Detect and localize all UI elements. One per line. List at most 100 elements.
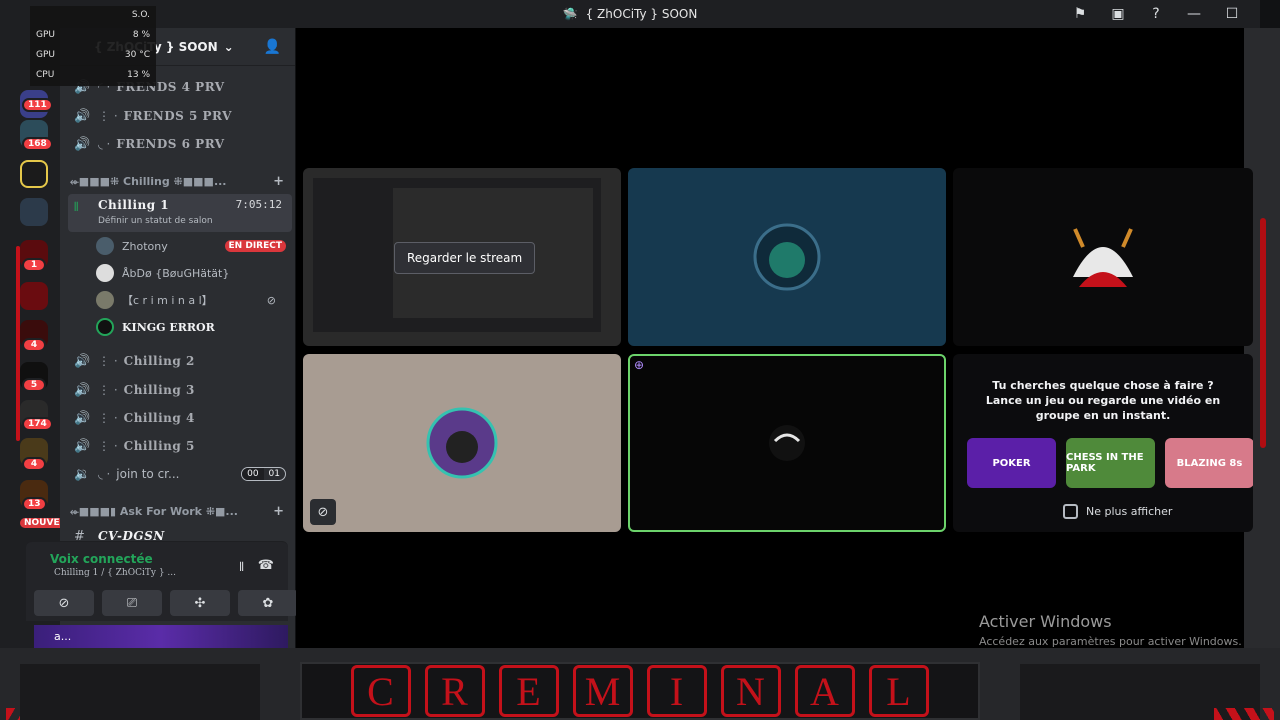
participant-tile[interactable] [628, 168, 946, 346]
voice-channel[interactable]: 🔊 ⋮ · Chilling 2 [68, 349, 292, 373]
category-chilling[interactable]: ⬰■■■⁜ Chilling ⁜■■■... + [70, 174, 290, 189]
channel-prefix: ⋮ · [98, 109, 118, 123]
participant-tile-speaking[interactable]: ⊕ [628, 354, 946, 532]
channel-label: Chilling 5 [123, 439, 195, 453]
avatar [1073, 228, 1133, 287]
inbox-icon[interactable]: ▣ [1110, 6, 1126, 22]
channel-status[interactable]: Définir un statut de salon [98, 216, 213, 226]
add-member-icon[interactable]: 👤 [264, 39, 281, 55]
watch-stream-button[interactable]: Regarder le stream [394, 242, 536, 274]
voice-status[interactable]: Voix connectée [50, 552, 153, 566]
speaker-icon: 🔊 [74, 382, 91, 398]
performance-overlay: S.O. GPU 8 % GPU 30 °C CPU 13 % [30, 6, 156, 86]
speaker-icon: 🔊 [74, 353, 91, 369]
user-limit-counter: 00 01 [241, 467, 286, 481]
gpu-temp-label: GPU [36, 50, 55, 60]
os-label: S.O. [131, 10, 150, 20]
participant-tile[interactable]: ⊘ [303, 354, 621, 532]
minimize-icon[interactable]: — [1186, 6, 1202, 22]
avatar [96, 264, 114, 282]
server-icon[interactable] [20, 282, 48, 310]
channel-prefix: ⋮ · [98, 354, 118, 368]
live-badge: EN DIRECT [224, 240, 286, 252]
game-poker[interactable]: POKER [967, 438, 1056, 488]
server-icon[interactable] [20, 198, 48, 226]
checkbox[interactable] [1063, 504, 1078, 519]
channel-label: join to cr... [116, 467, 180, 481]
user-name: KINGG ERROR [122, 320, 215, 334]
avatar [96, 318, 114, 336]
banner-letter: M [573, 665, 633, 717]
participant-tile[interactable] [953, 168, 1253, 346]
activation-sub: Accédez aux paramètres pour activer Wind… [979, 635, 1242, 648]
voice-user[interactable]: KINGG ERROR [96, 316, 286, 338]
user-name: 【c r i m i n a l】 [122, 294, 213, 307]
user-panel[interactable]: a... [34, 625, 288, 648]
cpu-label: CPU [36, 70, 55, 80]
notification-badge: 1 [22, 258, 46, 272]
server-icon[interactable] [20, 160, 48, 188]
dont-show-again[interactable]: Ne plus afficher [1063, 504, 1172, 519]
voice-connected-panel: Voix connectée Chilling 1 / { ZhOCiTy } … [26, 541, 298, 621]
game-blazing-8s[interactable]: BLAZING 8s [1165, 438, 1253, 488]
activities-button[interactable]: ✣ [170, 590, 230, 616]
voice-channel-path[interactable]: Chilling 1 / { ZhOCiTy } ... [54, 568, 176, 578]
channel-label: FRENDS 5 PRV [123, 109, 232, 123]
notification-badge: 4 [22, 457, 46, 471]
voice-channel[interactable]: 🔉 ◟ · join to cr... 00 01 [68, 462, 292, 486]
voice-channel[interactable]: 🔊 ⋮ · Chilling 3 [68, 378, 292, 402]
channel-prefix: ⋮ · [98, 411, 118, 425]
speaker-icon: 🔊 [74, 410, 91, 426]
voice-user[interactable]: ÅbDø {BøuGHätät} [96, 262, 286, 284]
banner-letter: N [721, 665, 781, 717]
category-label: ⬰■■■▮ Ask For Work ⁜■... [70, 504, 238, 518]
muted-mic-icon: ⊘ [266, 293, 276, 307]
banner-letter: C [351, 665, 411, 717]
camera-off-button[interactable]: ⊘ [34, 590, 94, 616]
soundboard-button[interactable]: ✿ [238, 590, 298, 616]
stream-tile[interactable]: Regarder le stream [303, 168, 621, 346]
banner-letter: A [795, 665, 855, 717]
user-count: 00 [242, 468, 264, 480]
avatar [96, 237, 114, 255]
channel-prefix: ◟ · [98, 137, 111, 151]
app-frame: C R E M I N A L 🛸 { ZhOCiTy } SOON ⚑ ▣ ?… [0, 0, 1280, 720]
voice-user[interactable]: 【c r i m i n a l】 ⊘ [96, 289, 286, 311]
channel-label: Chilling 4 [123, 411, 195, 425]
camera-off-icon: ⊘ [58, 595, 70, 611]
user-panel-text: a... [54, 630, 72, 643]
flag-icon[interactable]: ⚑ [1072, 6, 1088, 22]
speaker-icon: 🔉 [74, 466, 91, 482]
voice-channel[interactable]: 🔊 ◟ · FRENDS 6 PRV [68, 132, 292, 156]
disconnect-icon[interactable]: ☎ [258, 558, 274, 580]
voice-channel-active[interactable]: 𝍪 Chilling 1 7:05:12 Définir un statut d… [68, 194, 292, 232]
channel-prefix: ⋮ · [98, 439, 118, 453]
server-icon: 🛸 [562, 7, 578, 21]
share-screen-button[interactable]: ⎚ [102, 590, 162, 616]
banner-letter: I [647, 665, 707, 717]
maximize-icon[interactable]: ☐ [1224, 6, 1240, 22]
user-limit: 01 [268, 469, 280, 479]
add-channel-icon[interactable]: + [273, 174, 284, 189]
game-chess[interactable]: CHESS IN THE PARK [1066, 438, 1155, 488]
voice-channel[interactable]: 🔊 ⋮ · Chilling 5 [68, 434, 292, 458]
voice-channel[interactable]: 🔊 ⋮ · FRENDS 5 PRV [68, 104, 292, 128]
windows-activation-watermark: Activer Windows Accédez aux paramètres p… [979, 612, 1242, 648]
category-work[interactable]: ⬰■■■▮ Ask For Work ⁜■... + [70, 504, 290, 519]
channel-prefix: ◟ · [98, 467, 111, 481]
call-timer: 7:05:12 [235, 198, 282, 211]
voice-channel[interactable]: 🔊 ⋮ · Chilling 4 [68, 406, 292, 430]
channel-label: Chilling 1 [98, 198, 170, 212]
noise-suppression-icon[interactable]: 𝍪 [239, 558, 243, 580]
avatar [769, 425, 805, 461]
voice-user[interactable]: Zhotony EN DIRECT [96, 235, 286, 257]
speaker-icon: 🔊 [74, 438, 91, 454]
gpu-label: GPU [36, 30, 55, 40]
user-name: Zhotony [122, 239, 168, 253]
add-channel-icon[interactable]: + [273, 504, 284, 519]
creminal-banner: C R E M I N A L [300, 662, 980, 720]
muted-mic-icon: ⊘ [310, 499, 336, 525]
help-icon[interactable]: ? [1148, 6, 1164, 22]
channel-label: Chilling 3 [123, 383, 195, 397]
gpu-percent: 8 % [132, 30, 150, 40]
